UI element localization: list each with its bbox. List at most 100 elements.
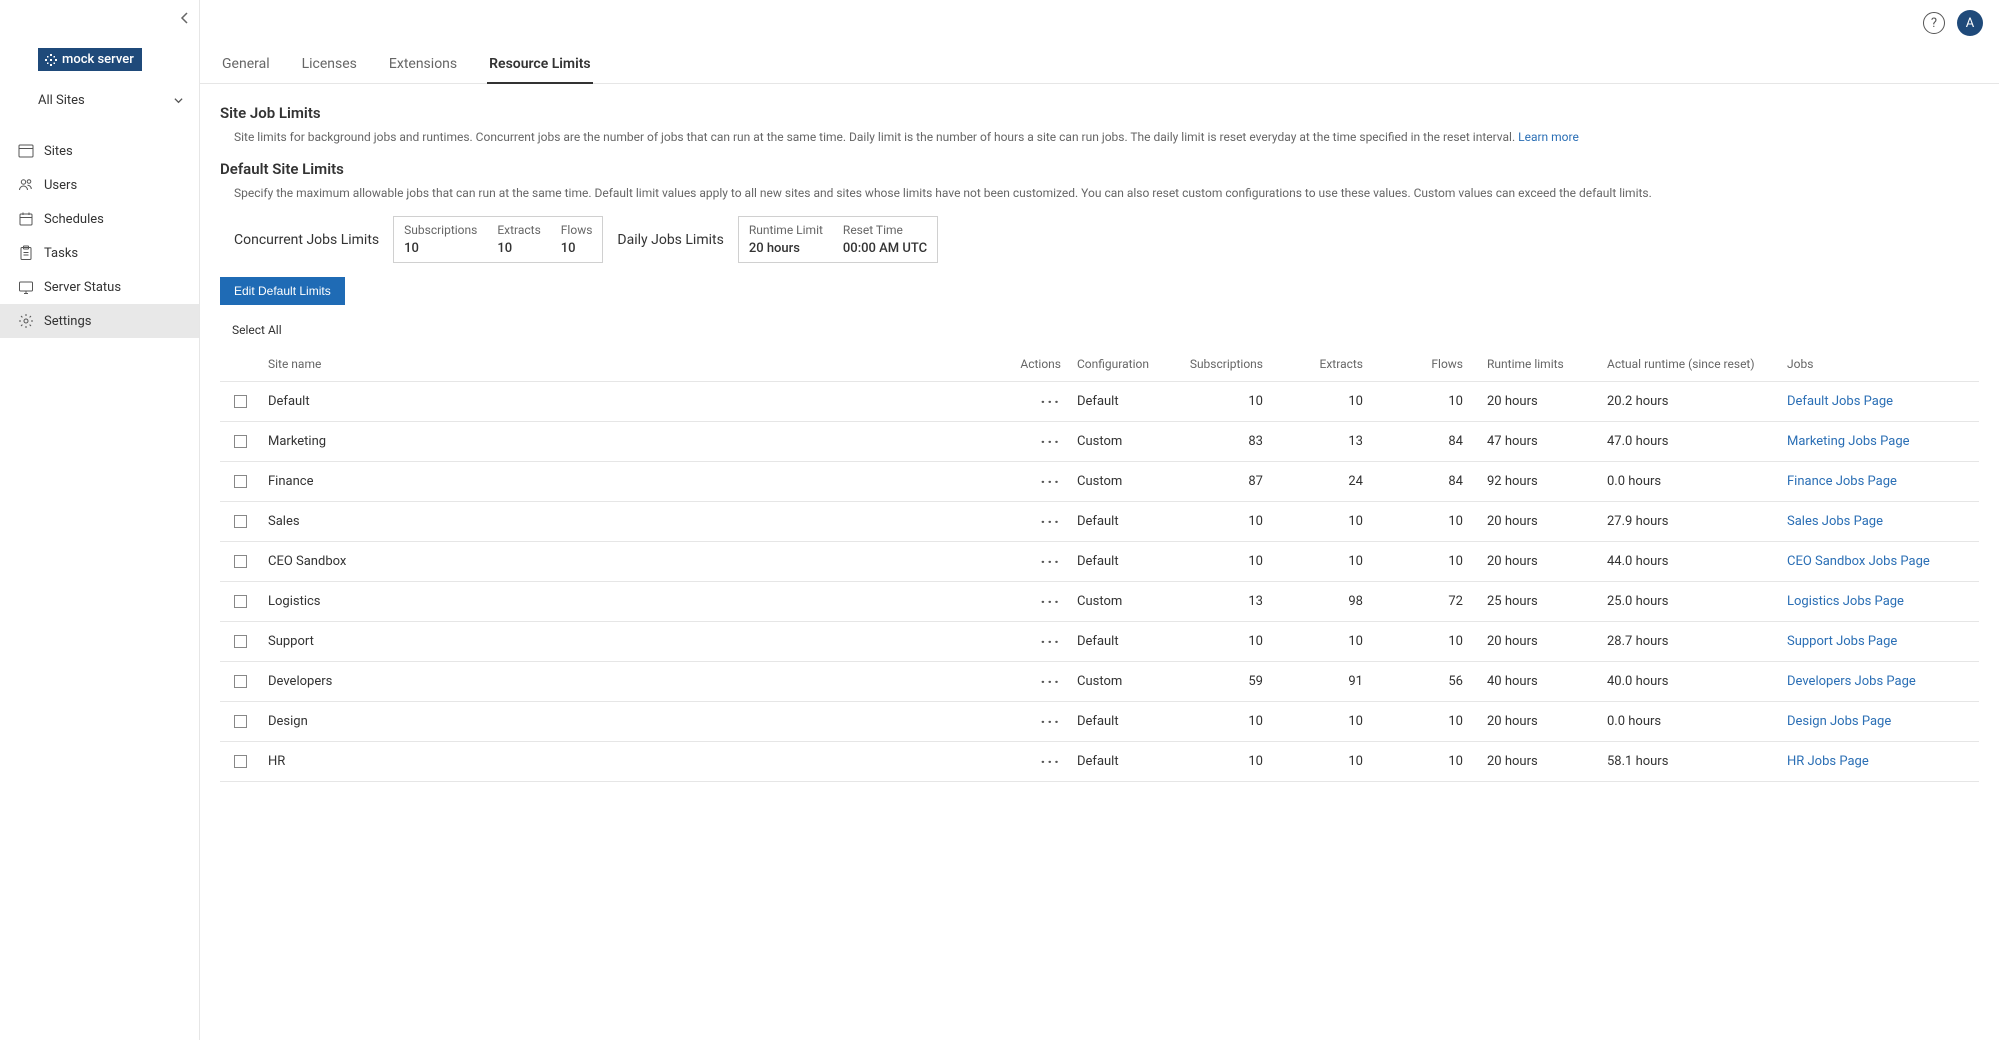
learn-more-link[interactable]: Learn more — [1518, 130, 1579, 144]
cell-runtime-limits: 20 hours — [1479, 542, 1599, 582]
jobs-page-link[interactable]: Logistics Jobs Page — [1787, 594, 1904, 609]
users-icon — [18, 177, 34, 193]
sidebar-item-label: Users — [44, 178, 77, 193]
cell-flows: 84 — [1379, 462, 1479, 502]
header-configuration[interactable]: Configuration — [1069, 347, 1179, 382]
row-actions-menu[interactable]: ··· — [1041, 392, 1061, 411]
reset-time-value: 00:00 AM UTC — [843, 241, 927, 256]
sidebar-item-schedules[interactable]: Schedules — [0, 202, 199, 236]
jobs-page-link[interactable]: Sales Jobs Page — [1787, 514, 1883, 529]
row-actions-menu[interactable]: ··· — [1041, 512, 1061, 531]
header-subscriptions[interactable]: Subscriptions — [1179, 347, 1279, 382]
header-site-name[interactable]: Site name — [260, 347, 989, 382]
row-checkbox[interactable] — [234, 395, 247, 408]
cell-subscriptions: 13 — [1179, 582, 1279, 622]
row-checkbox[interactable] — [234, 595, 247, 608]
jobs-page-link[interactable]: Support Jobs Page — [1787, 634, 1897, 649]
extracts-value: 10 — [497, 241, 540, 256]
row-checkbox[interactable] — [234, 515, 247, 528]
row-actions-menu[interactable]: ··· — [1041, 712, 1061, 731]
jobs-page-link[interactable]: HR Jobs Page — [1787, 754, 1869, 769]
cell-site-name: Support — [260, 622, 989, 662]
tab-general[interactable]: General — [220, 46, 272, 84]
row-checkbox[interactable] — [234, 555, 247, 568]
cell-site-name: Default — [260, 382, 989, 422]
sidebar-item-server-status[interactable]: Server Status — [0, 270, 199, 304]
jobs-page-link[interactable]: Design Jobs Page — [1787, 714, 1891, 729]
sidebar-item-label: Server Status — [44, 280, 121, 295]
cell-runtime-limits: 20 hours — [1479, 382, 1599, 422]
header-extracts[interactable]: Extracts — [1279, 347, 1379, 382]
edit-default-limits-button[interactable]: Edit Default Limits — [220, 277, 345, 305]
row-actions-menu[interactable]: ··· — [1041, 552, 1061, 571]
logo-icon — [44, 53, 58, 67]
collapse-sidebar-button[interactable] — [179, 12, 191, 28]
cell-site-name: Sales — [260, 502, 989, 542]
cell-configuration: Default — [1069, 382, 1179, 422]
cell-configuration: Default — [1069, 542, 1179, 582]
cell-flows: 84 — [1379, 422, 1479, 462]
select-all-link[interactable]: Select All — [232, 323, 282, 337]
cell-subscriptions: 87 — [1179, 462, 1279, 502]
help-icon[interactable]: ? — [1923, 12, 1945, 34]
cell-configuration: Default — [1069, 622, 1179, 662]
site-selector[interactable]: All Sites — [0, 85, 199, 116]
cell-extracts: 10 — [1279, 742, 1379, 782]
table-row: Finance ··· Custom 87 24 84 92 hours 0.0… — [220, 462, 1979, 502]
cell-configuration: Custom — [1069, 462, 1179, 502]
row-actions-menu[interactable]: ··· — [1041, 432, 1061, 451]
cell-extracts: 10 — [1279, 542, 1379, 582]
table-row: Default ··· Default 10 10 10 20 hours 20… — [220, 382, 1979, 422]
cell-configuration: Default — [1069, 702, 1179, 742]
cell-runtime-limits: 40 hours — [1479, 662, 1599, 702]
sidebar-item-sites[interactable]: Sites — [0, 134, 199, 168]
sidebar-item-tasks[interactable]: Tasks — [0, 236, 199, 270]
cell-actual-runtime: 0.0 hours — [1599, 462, 1779, 502]
tab-resource-limits[interactable]: Resource Limits — [487, 46, 593, 84]
row-actions-menu[interactable]: ··· — [1041, 472, 1061, 491]
row-actions-menu[interactable]: ··· — [1041, 752, 1061, 771]
header-flows[interactable]: Flows — [1379, 347, 1479, 382]
cell-runtime-limits: 20 hours — [1479, 622, 1599, 662]
row-checkbox[interactable] — [234, 715, 247, 728]
cell-subscriptions: 10 — [1179, 542, 1279, 582]
sidebar-item-users[interactable]: Users — [0, 168, 199, 202]
header-actual-runtime[interactable]: Actual runtime (since reset) — [1599, 347, 1779, 382]
table-row: Developers ··· Custom 59 91 56 40 hours … — [220, 662, 1979, 702]
row-checkbox[interactable] — [234, 755, 247, 768]
row-actions-menu[interactable]: ··· — [1041, 672, 1061, 691]
flows-value: 10 — [561, 241, 593, 256]
jobs-page-link[interactable]: Developers Jobs Page — [1787, 674, 1916, 689]
row-checkbox[interactable] — [234, 635, 247, 648]
jobs-page-link[interactable]: Marketing Jobs Page — [1787, 434, 1910, 449]
default-site-limits-desc: Specify the maximum allowable jobs that … — [234, 184, 1979, 202]
row-checkbox[interactable] — [234, 675, 247, 688]
cell-actual-runtime: 44.0 hours — [1599, 542, 1779, 582]
cell-subscriptions: 83 — [1179, 422, 1279, 462]
avatar[interactable]: A — [1957, 10, 1983, 36]
header-runtime-limits[interactable]: Runtime limits — [1479, 347, 1599, 382]
table-row: Design ··· Default 10 10 10 20 hours 0.0… — [220, 702, 1979, 742]
row-checkbox[interactable] — [234, 435, 247, 448]
cell-flows: 10 — [1379, 542, 1479, 582]
sites-table: Site name Actions Configuration Subscrip… — [220, 347, 1979, 782]
row-actions-menu[interactable]: ··· — [1041, 632, 1061, 651]
cell-subscriptions: 10 — [1179, 742, 1279, 782]
tab-extensions[interactable]: Extensions — [387, 46, 459, 84]
sidebar: mock server All Sites Sites Users — [0, 0, 200, 1040]
cell-site-name: Design — [260, 702, 989, 742]
cell-flows: 10 — [1379, 742, 1479, 782]
row-actions-menu[interactable]: ··· — [1041, 592, 1061, 611]
sidebar-item-label: Tasks — [44, 246, 78, 261]
cell-extracts: 10 — [1279, 502, 1379, 542]
tab-licenses[interactable]: Licenses — [300, 46, 359, 84]
cell-runtime-limits: 20 hours — [1479, 702, 1599, 742]
cell-extracts: 98 — [1279, 582, 1379, 622]
jobs-page-link[interactable]: Finance Jobs Page — [1787, 474, 1897, 489]
chevron-down-icon — [174, 96, 183, 105]
row-checkbox[interactable] — [234, 475, 247, 488]
subscriptions-value: 10 — [404, 241, 477, 256]
sidebar-item-settings[interactable]: Settings — [0, 304, 199, 338]
jobs-page-link[interactable]: Default Jobs Page — [1787, 394, 1893, 409]
jobs-page-link[interactable]: CEO Sandbox Jobs Page — [1787, 554, 1930, 569]
